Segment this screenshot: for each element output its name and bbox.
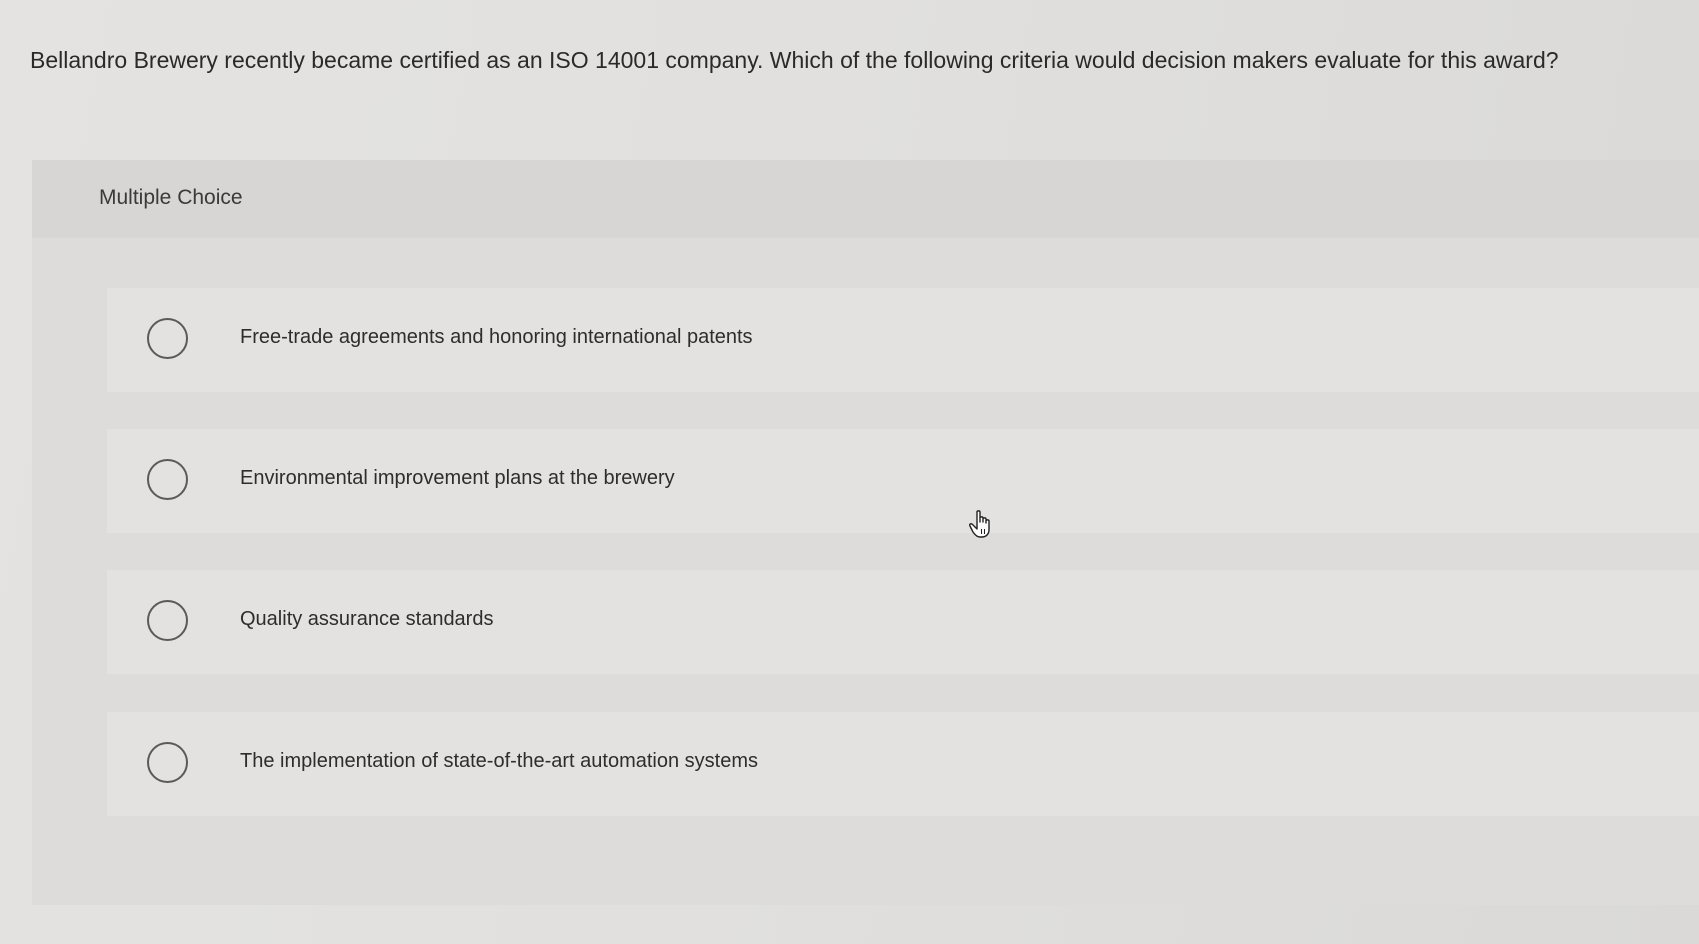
hand-pointer-icon xyxy=(969,510,990,538)
radio-button[interactable] xyxy=(147,459,188,500)
answer-option-2[interactable]: Environmental improvement plans at the b… xyxy=(107,429,1699,533)
multiple-choice-panel: Multiple Choice Free-trade agreements an… xyxy=(32,160,1699,905)
radio-button[interactable] xyxy=(147,318,188,359)
answer-option-3[interactable]: Quality assurance standards xyxy=(107,570,1699,674)
panel-header: Multiple Choice xyxy=(32,160,1699,238)
radio-button[interactable] xyxy=(147,742,188,783)
answer-option-label[interactable]: Free-trade agreements and honoring inter… xyxy=(240,326,753,349)
answer-option-label[interactable]: Environmental improvement plans at the b… xyxy=(240,467,675,490)
question-text: Bellandro Brewery recently became certif… xyxy=(30,47,1559,73)
radio-button[interactable] xyxy=(147,600,188,641)
answer-option-1[interactable]: Free-trade agreements and honoring inter… xyxy=(107,288,1699,392)
question-type-label: Multiple Choice xyxy=(99,186,243,209)
screen: Bellandro Brewery recently became certif… xyxy=(0,0,1699,944)
answer-option-label[interactable]: The implementation of state-of-the-art a… xyxy=(240,750,758,773)
answer-option-4[interactable]: The implementation of state-of-the-art a… xyxy=(107,712,1699,816)
answer-option-label[interactable]: Quality assurance standards xyxy=(240,608,493,631)
